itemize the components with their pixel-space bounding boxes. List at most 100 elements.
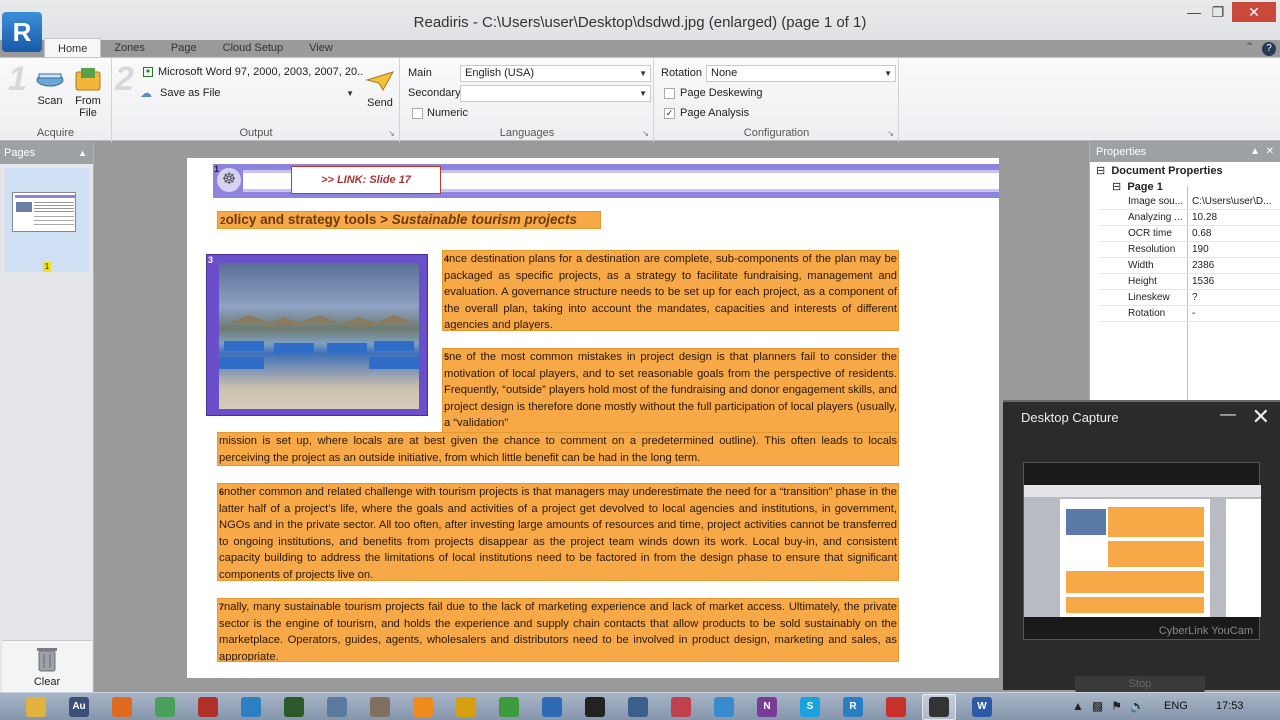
maximize-button[interactable]: ❐ xyxy=(1204,2,1232,22)
minimize-icon[interactable]: — xyxy=(1220,406,1236,424)
property-row[interactable]: Rotation - xyxy=(1100,306,1280,322)
explorer-icon[interactable] xyxy=(26,697,46,717)
vlc-icon[interactable] xyxy=(413,697,433,717)
page-thumbnail-item[interactable]: 1 xyxy=(5,168,89,272)
property-row[interactable]: Resolution 190 xyxy=(1100,242,1280,258)
chevron-up-icon[interactable]: ▲ xyxy=(1072,699,1092,713)
refresh-icon[interactable] xyxy=(714,697,734,717)
property-key: Resolution xyxy=(1128,244,1176,255)
acquire-group-label: Acquire xyxy=(36,127,75,139)
property-row[interactable]: Height 1536 xyxy=(1100,274,1280,290)
page-deskewing-checkbox[interactable] xyxy=(664,88,675,99)
page-thumbnail[interactable] xyxy=(12,192,76,232)
from-file-button[interactable]: From File xyxy=(70,66,106,119)
leaf-icon[interactable] xyxy=(499,697,519,717)
tab-page[interactable]: Page xyxy=(158,38,210,58)
clock[interactable]: 17:53 xyxy=(1216,700,1244,712)
collapse-icon[interactable]: ⊟ xyxy=(1112,181,1121,193)
tab-view[interactable]: View xyxy=(296,38,346,58)
flag-icon[interactable]: ⚑ xyxy=(1111,699,1130,713)
zone-7-paragraph[interactable]: 7nally, many sustainable tourism project… xyxy=(217,598,899,662)
secondary-language-select[interactable]: ▼ xyxy=(460,85,651,102)
rotation-select[interactable]: None ▼ xyxy=(706,65,896,82)
zone-4-paragraph[interactable]: 4nce destination plans for a destination… xyxy=(442,250,899,331)
pdf-icon[interactable] xyxy=(886,697,906,717)
zone-5-paragraph-continued[interactable]: mission is set up, where locals are at b… xyxy=(217,432,899,466)
wrench-icon[interactable] xyxy=(370,697,390,717)
tool-icon[interactable] xyxy=(198,697,218,717)
word-icon[interactable]: W xyxy=(972,697,992,717)
chrome-icon[interactable] xyxy=(456,697,476,717)
close-button[interactable]: ✕ xyxy=(1232,2,1276,22)
title-bar: Readiris - C:\Users\user\Desktop\dsdwd.j… xyxy=(0,0,1280,40)
page-analysis-checkbox[interactable]: ✓ xyxy=(664,108,675,119)
paragraph-4-text: nally, many sustainable tourism projects… xyxy=(219,601,897,662)
audition-icon[interactable]: Au xyxy=(69,697,89,717)
pen-icon[interactable] xyxy=(628,697,648,717)
properties-title: Properties xyxy=(1096,146,1147,158)
beach-photo xyxy=(219,263,419,409)
document-view[interactable]: ☸ >> LINK: Slide 17 1 2olicy and strateg… xyxy=(95,142,1088,692)
network-icon[interactable]: ▩ xyxy=(1092,699,1111,713)
thumb-link-bar xyxy=(15,195,75,198)
keyboard-icon[interactable] xyxy=(327,697,347,717)
send-label: Send xyxy=(367,97,393,109)
document-properties-section[interactable]: ⊟ Document Properties xyxy=(1096,164,1223,177)
collapse-ribbon-icon[interactable]: ⌃ xyxy=(1245,40,1255,54)
main-language-select[interactable]: English (USA) ▼ xyxy=(460,65,651,82)
stop-button[interactable]: Stop xyxy=(1075,676,1205,692)
language-indicator[interactable]: ENG xyxy=(1164,700,1188,712)
property-row[interactable]: Image sou... C:\Users\user\D... xyxy=(1100,194,1280,210)
readiris-icon[interactable]: R xyxy=(843,697,863,717)
capture-preview: CyberLink YouCam xyxy=(1023,462,1261,640)
zone-3-image[interactable]: 3 xyxy=(206,254,428,416)
thumb-text-lines xyxy=(34,202,74,203)
volume-icon[interactable]: 🔈 xyxy=(1130,699,1153,713)
people-icon[interactable] xyxy=(155,697,175,717)
clear-button[interactable]: Clear xyxy=(2,640,92,692)
languages-launcher-icon[interactable]: ↘ xyxy=(642,129,649,138)
output-format-select[interactable]: Microsoft Word 97, 2000, 2003, 2007, 20.… xyxy=(158,66,363,78)
camera-icon[interactable] xyxy=(929,697,949,717)
from-file-label-2: File xyxy=(79,107,97,119)
pin-icon[interactable]: ▲ xyxy=(78,142,87,164)
tab-home[interactable]: Home xyxy=(44,38,102,58)
property-row[interactable]: Width 2386 xyxy=(1100,258,1280,274)
help-icon[interactable]: ? xyxy=(1262,42,1276,56)
shape-icon[interactable] xyxy=(671,697,691,717)
globe-icon[interactable] xyxy=(542,697,562,717)
numeric-checkbox[interactable] xyxy=(412,108,423,119)
zone-1-graphic[interactable]: ☸ >> LINK: Slide 17 1 xyxy=(213,164,999,198)
app-logo-icon[interactable]: R xyxy=(2,12,42,52)
onenote-icon[interactable]: N xyxy=(757,697,777,717)
property-row[interactable]: Analyzing ... 10.28 xyxy=(1100,210,1280,226)
zone-6-paragraph[interactable]: 6nother common and related challenge wit… xyxy=(217,483,899,581)
ball-icon[interactable] xyxy=(585,697,605,717)
configuration-launcher-icon[interactable]: ↘ xyxy=(887,129,894,138)
close-icon[interactable]: ✕ xyxy=(1252,404,1270,430)
collapse-icon[interactable]: ⊟ xyxy=(1096,165,1105,177)
flag-icon[interactable] xyxy=(284,697,304,717)
firefox-icon[interactable] xyxy=(112,697,132,717)
document-page[interactable]: ☸ >> LINK: Slide 17 1 2olicy and strateg… xyxy=(187,158,999,678)
destination-select[interactable]: Save as File ▼ xyxy=(155,85,358,102)
desktop-capture-window[interactable]: Desktop Capture — ✕ CyberLink YouCam Sto… xyxy=(1003,400,1280,692)
pin-icon[interactable]: ▲ xyxy=(1250,146,1260,157)
property-key: Rotation xyxy=(1128,308,1166,319)
output-launcher-icon[interactable]: ↘ xyxy=(388,129,395,138)
tab-zones[interactable]: Zones xyxy=(101,38,158,58)
ribbon-tabs: Home Zones Page Cloud Setup View xyxy=(44,38,346,58)
scanner-icon xyxy=(36,73,64,87)
skype-icon[interactable]: S xyxy=(800,697,820,717)
zone-2-heading[interactable]: 2olicy and strategy tools > Sustainable … xyxy=(217,211,601,229)
property-row[interactable]: OCR time 0.68 xyxy=(1100,226,1280,242)
property-row[interactable]: Lineskew? xyxy=(1100,290,1280,306)
page-1-section[interactable]: ⊟ Page 1 xyxy=(1112,180,1163,193)
close-icon[interactable]: ✕ xyxy=(1266,146,1274,157)
thumb-ribbon xyxy=(1024,485,1261,497)
zone-5-paragraph[interactable]: 5ne of the most common mistakes in proje… xyxy=(442,348,899,434)
send-button[interactable]: Send xyxy=(363,68,397,109)
tab-cloud-setup[interactable]: Cloud Setup xyxy=(210,38,297,58)
scan-button[interactable]: Scan xyxy=(32,66,68,107)
chart-icon[interactable] xyxy=(241,697,261,717)
